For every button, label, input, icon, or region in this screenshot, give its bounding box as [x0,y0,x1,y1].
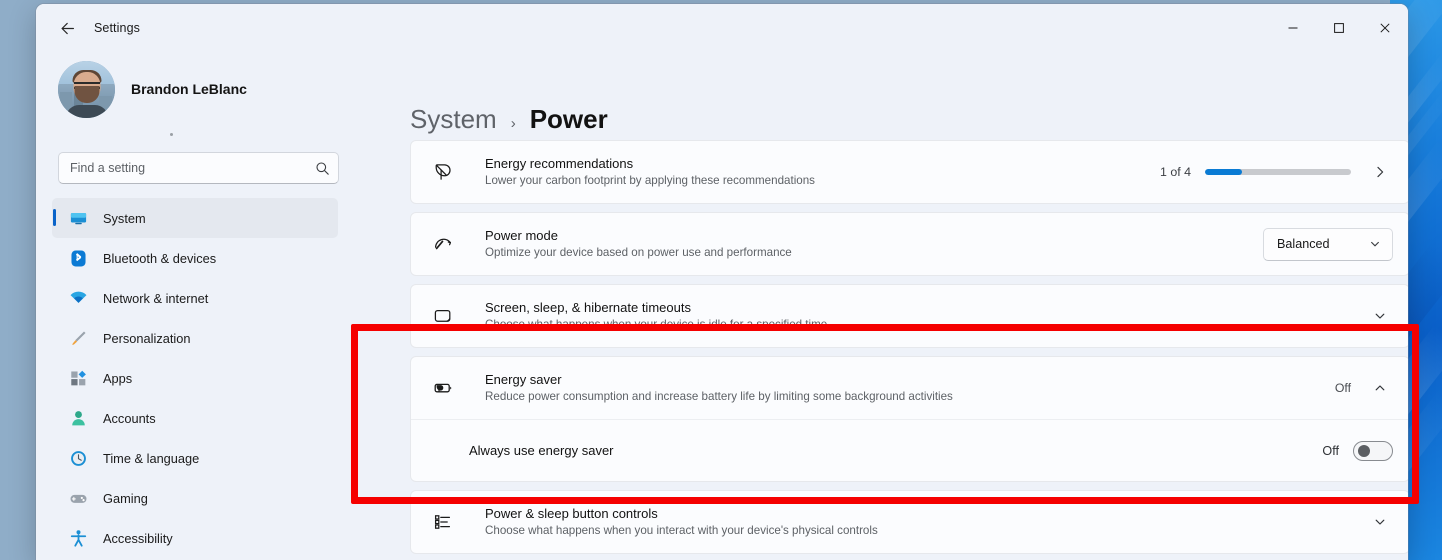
card-title: Energy recommendations [485,156,634,171]
energy-recommendations-card[interactable]: Energy recommendations Lower your carbon… [410,140,1408,204]
breadcrumb-separator: › [510,115,516,132]
clock-icon [68,448,88,468]
card-subtitle: Choose what happens when your device is … [485,318,828,331]
card-subtitle: Lower your carbon footprint by applying … [485,174,815,187]
person-icon [68,408,88,428]
paintbrush-icon [68,328,88,348]
chevron-up-icon[interactable] [1367,375,1393,401]
energy-saver-card[interactable]: Energy saver Reduce power consumption an… [410,356,1408,482]
gamepad-icon [68,488,88,508]
search-icon[interactable] [311,157,333,179]
always-use-energy-saver-row: Always use energy saver Off [411,419,1408,481]
breadcrumb-parent[interactable]: System [410,104,497,135]
title-bar: Settings [36,4,1408,52]
maximize-icon [1334,23,1344,33]
sidebar-item-label: Accounts [103,410,156,426]
sidebar-item-label: Time & language [103,450,200,466]
page-title: Power [529,104,608,134]
timeouts-card[interactable]: Screen, sleep, & hibernate timeouts Choo… [410,284,1408,348]
sidebar-item-bluetooth-devices[interactable]: Bluetooth & devices [52,238,338,278]
progress-bar [1205,169,1351,175]
progress-label: 1 of 4 [1159,165,1191,179]
list-settings-icon [427,511,459,533]
sidebar-item-system[interactable]: System [52,198,338,238]
card-title: Power & sleep button controls [485,506,658,521]
chevron-right-icon[interactable] [1367,159,1393,185]
account-name: Brandon LeBlanc [131,81,247,97]
sidebar-item-label: Gaming [103,490,148,506]
sidebar-item-label: Bluetooth & devices [103,250,217,266]
chevron-down-icon[interactable] [1367,509,1393,535]
accessibility-icon [68,528,88,548]
card-subtitle: Choose what happens when you interact wi… [485,524,878,537]
sidebar-item-accounts[interactable]: Accounts [52,398,338,438]
arrow-left-icon [61,22,74,34]
screen-moon-icon [427,305,459,327]
sidebar-item-label: Personalization [103,330,191,346]
close-icon [1380,23,1390,33]
chevron-down-icon[interactable] [1367,303,1393,329]
power-sleep-buttons-card[interactable]: Power & sleep button controls Choose wha… [410,490,1408,554]
always-use-energy-saver-toggle[interactable] [1353,440,1393,461]
sidebar-item-network-internet[interactable]: Network & internet [52,278,338,318]
sidebar-item-time-language[interactable]: Time & language [52,438,338,478]
chevron-down-icon [1369,238,1381,250]
sub-setting-label: Always use energy saver [469,443,614,458]
sidebar-item-label: System [103,210,146,226]
settings-card-list: Energy recommendations Lower your carbon… [410,140,1408,554]
progress-bar-fill [1205,169,1242,175]
toggle-knob [1358,444,1370,457]
avatar [58,60,115,118]
settings-window: Settings Brandon LeBlanc Find a setting … [36,4,1408,560]
gauge-icon [427,233,459,255]
sidebar-item-personalization[interactable]: Personalization [52,318,338,358]
sidebar-item-accessibility[interactable]: Accessibility [52,518,338,558]
wifi-icon [68,288,88,308]
maximize-button[interactable] [1316,4,1362,52]
minimize-icon [1288,27,1298,29]
window-title: Settings [94,21,140,35]
battery-leaf-icon [427,377,459,399]
card-title: Screen, sleep, & hibernate timeouts [485,300,691,315]
sidebar-item-gaming[interactable]: Gaming [52,478,338,518]
sidebar-nav: System Bluetooth & devices Network & int… [52,198,338,558]
sidebar-item-apps[interactable]: Apps [52,358,338,398]
search-box [58,152,339,184]
back-button[interactable] [50,13,84,43]
sidebar-item-label: Network & internet [103,290,209,306]
card-title: Energy saver [485,372,562,387]
power-mode-card[interactable]: Power mode Optimize your device based on… [410,212,1408,276]
sidebar-decoration-dot [52,124,338,148]
apps-icon [68,368,88,388]
toggle-state-label: Off [1322,443,1339,458]
window-body: Brandon LeBlanc Find a setting System Bl… [36,52,1408,560]
account-row[interactable]: Brandon LeBlanc [52,52,338,124]
energy-saver-state: Off [1334,381,1351,395]
close-button[interactable] [1362,4,1408,52]
content-pane: System › Power Energy recommendations Lo… [354,52,1408,560]
bluetooth-icon [68,248,88,268]
leaf-icon [427,161,459,183]
window-controls [1270,4,1408,52]
card-title: Power mode [485,228,558,243]
card-subtitle: Reduce power consumption and increase ba… [485,390,953,403]
search-input[interactable] [58,152,339,184]
power-mode-dropdown[interactable]: Balanced [1263,227,1393,261]
sidebar: Brandon LeBlanc Find a setting System Bl… [36,52,354,560]
minimize-button[interactable] [1270,4,1316,52]
dropdown-value: Balanced [1277,237,1330,251]
monitor-icon [68,208,88,228]
sidebar-item-label: Apps [103,370,133,386]
breadcrumb: System › Power [410,52,1408,134]
sidebar-item-label: Accessibility [103,530,173,546]
card-subtitle: Optimize your device based on power use … [485,246,792,259]
